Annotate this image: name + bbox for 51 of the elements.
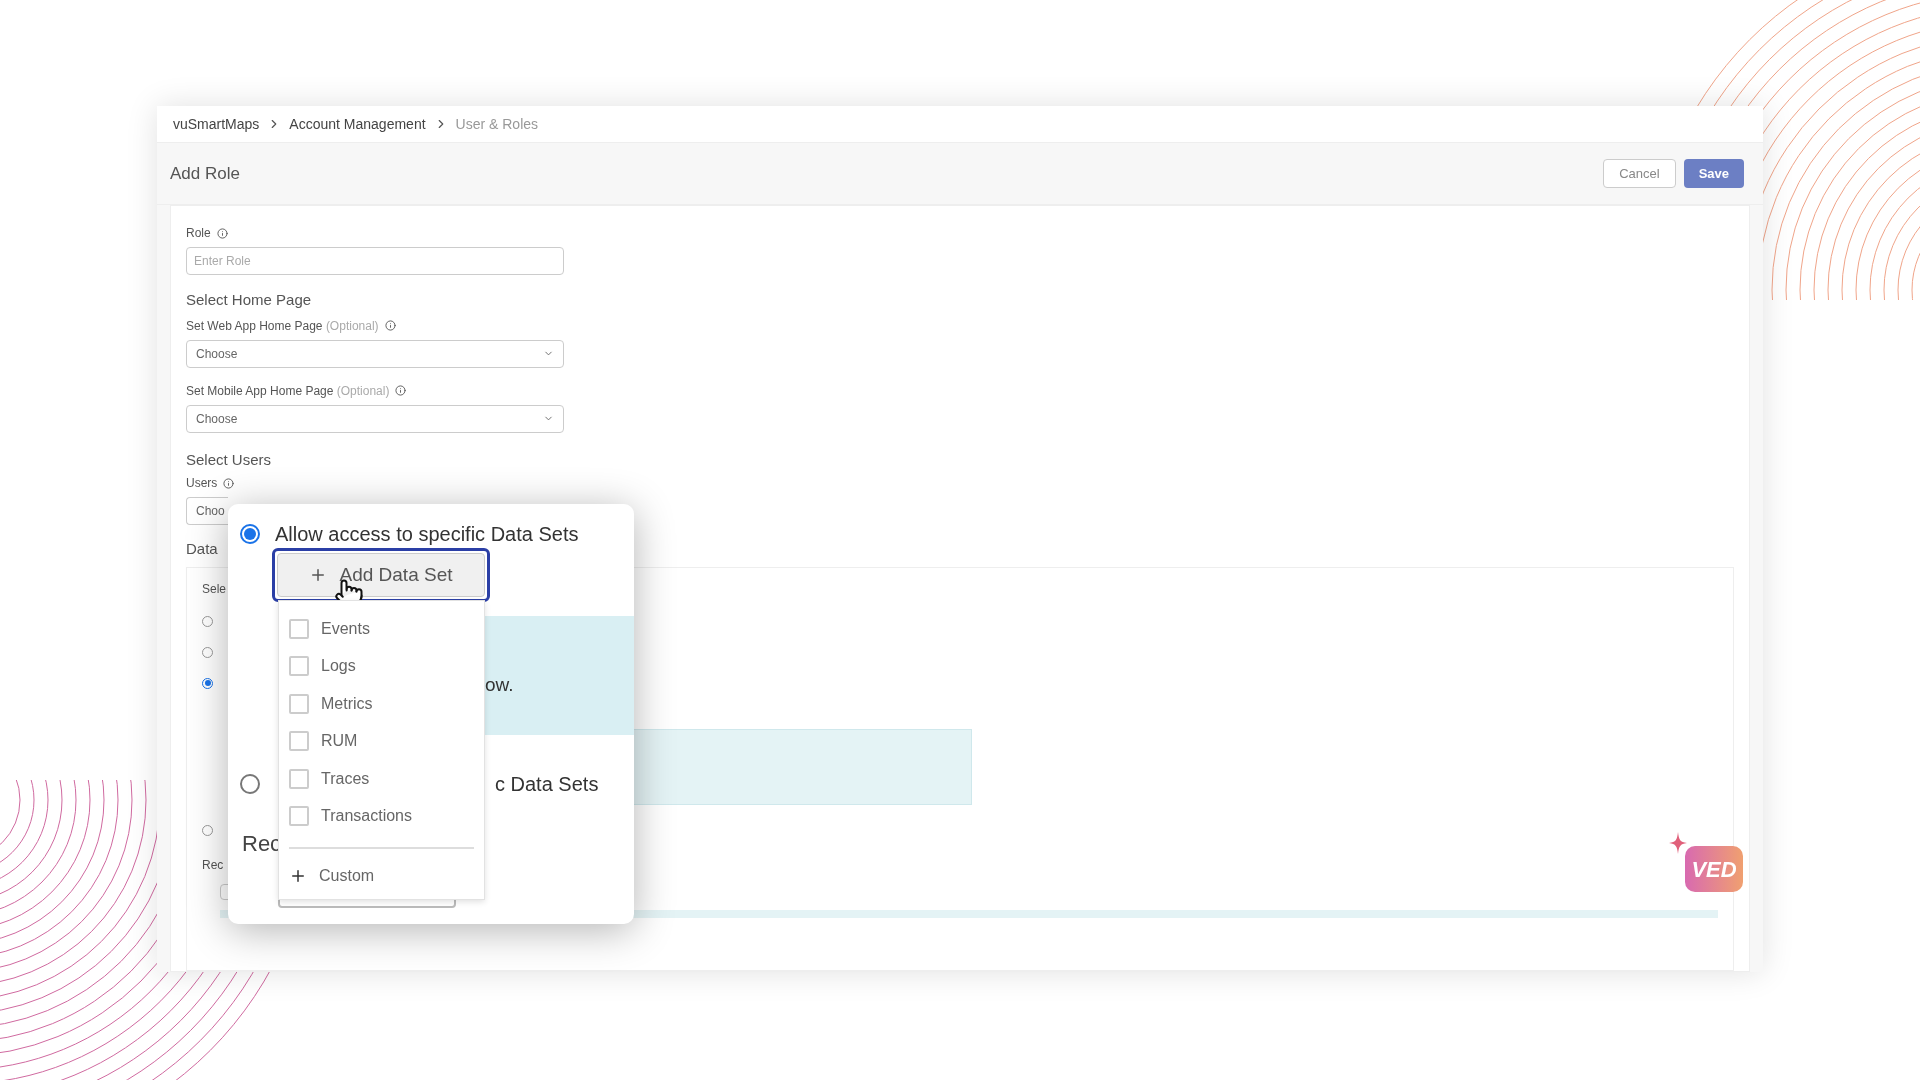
info-icon — [384, 320, 396, 331]
plus-icon — [289, 867, 307, 885]
dataset-option[interactable]: Transactions — [279, 797, 484, 835]
info-icon — [216, 227, 228, 239]
checkbox[interactable] — [289, 693, 309, 714]
radio-button[interactable] — [240, 524, 260, 544]
field-label: Rec — [202, 856, 224, 874]
option-label: Events — [321, 618, 370, 639]
role-input[interactable]: Enter Role — [186, 247, 564, 275]
field-label: Set Mobile App Home Page (Optional) — [186, 382, 390, 400]
option-label: Traces — [321, 768, 370, 789]
field-label: Sele — [202, 580, 227, 598]
panel-text: ow. — [485, 672, 514, 697]
cancel-button[interactable]: Cancel — [1603, 159, 1676, 188]
custom-option[interactable]: Custom — [279, 861, 484, 891]
option-label: Transactions — [321, 806, 412, 827]
breadcrumb-link[interactable]: vuSmartMaps — [173, 113, 260, 135]
page-title: Add Role — [170, 162, 240, 185]
dataset-option[interactable]: RUM — [279, 722, 484, 760]
field-label: Set Web App Home Page (Optional) — [186, 317, 379, 335]
button-label: Add Data Set — [339, 562, 453, 587]
dataset-option[interactable]: Metrics — [279, 685, 484, 723]
dataset-option[interactable]: Traces — [279, 760, 484, 798]
save-button[interactable]: Save — [1683, 159, 1744, 188]
section-heading: Data — [186, 539, 218, 559]
sparkle-icon — [1669, 832, 1687, 854]
info-icon — [223, 477, 235, 489]
select-field[interactable]: Choose — [186, 339, 564, 368]
select-field[interactable]: Choose — [186, 404, 564, 433]
dataset-option[interactable]: Events — [279, 610, 484, 648]
checkbox[interactable] — [289, 731, 309, 752]
field-label: Role — [186, 225, 211, 242]
field-label: Users — [186, 475, 218, 492]
section-heading: Select Home Page — [186, 290, 312, 310]
checkbox[interactable] — [289, 656, 309, 677]
info-icon — [395, 385, 407, 396]
checkbox[interactable] — [289, 768, 309, 789]
section-heading: Select Users — [186, 449, 272, 470]
option-label: Logs — [321, 656, 356, 677]
dataset-option[interactable]: Logs — [279, 647, 484, 685]
checkbox[interactable] — [289, 618, 309, 639]
radio-button[interactable] — [240, 774, 260, 794]
checkbox[interactable] — [289, 806, 309, 827]
option-label: c Data Sets — [495, 772, 599, 797]
option-label: Custom — [319, 866, 375, 886]
option-label: Metrics — [321, 693, 373, 714]
option-label: RUM — [321, 731, 358, 752]
section-heading: Rec — [242, 830, 282, 858]
option-label: Allow access to specific Data Sets — [275, 522, 579, 547]
breadcrumb-link[interactable]: Account Management — [289, 113, 426, 135]
add-data-set-button[interactable]: Add Data Set — [272, 548, 490, 602]
